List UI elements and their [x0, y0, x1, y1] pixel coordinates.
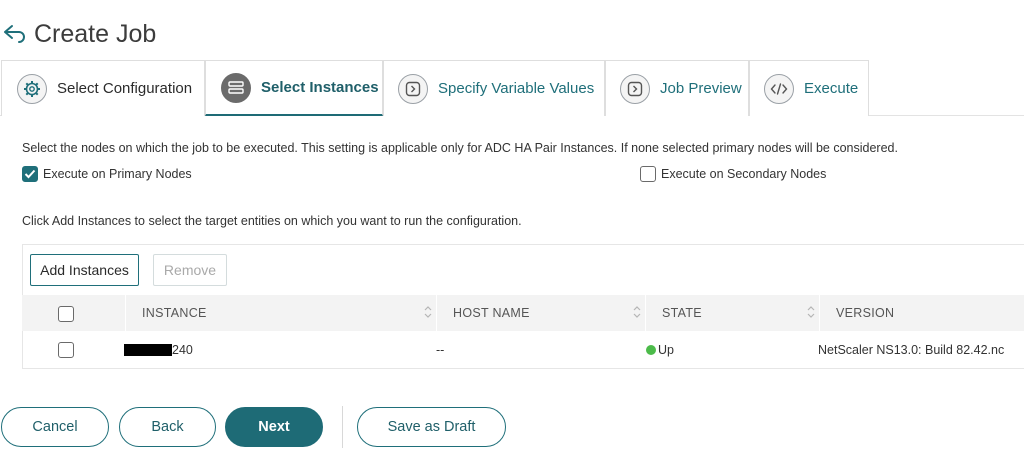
status-dot-icon	[646, 345, 656, 355]
primary-nodes-option[interactable]: Execute on Primary Nodes	[22, 166, 192, 182]
gear-icon	[17, 73, 47, 104]
sort-icon[interactable]	[424, 305, 432, 319]
column-header-version[interactable]: VERSION	[836, 295, 894, 331]
page-title: Create Job	[34, 19, 157, 48]
tab-label: Execute	[804, 80, 859, 97]
add-instances-button[interactable]: Add Instances	[30, 254, 139, 286]
back-button[interactable]: Back	[119, 407, 216, 447]
row-checkbox[interactable]	[58, 342, 74, 358]
next-button[interactable]: Next	[225, 407, 323, 447]
code-icon	[764, 73, 794, 104]
back-arrow-icon[interactable]	[0, 20, 28, 48]
host-name-cell: --	[436, 343, 445, 357]
nodes-description: Select the nodes on which the job to be …	[22, 141, 898, 155]
page-header: Create Job	[0, 14, 156, 54]
wizard-tabs: Select Configuration Select Instances Sp…	[0, 60, 1024, 116]
secondary-nodes-checkbox[interactable]	[640, 166, 656, 182]
tab-label: Specify Variable Values	[438, 80, 595, 97]
state-cell: Up	[646, 331, 674, 369]
table-row[interactable]: 240 -- Up NetScaler NS13.0: Build 82.42.…	[22, 331, 1024, 369]
redacted-block	[124, 344, 172, 356]
tab-label: Job Preview	[660, 80, 742, 97]
chevron-right-icon	[620, 73, 650, 104]
tab-execute[interactable]: Execute	[749, 60, 869, 116]
version-cell: NetScaler NS13.0: Build 82.42.nc	[818, 343, 1005, 357]
tab-select-configuration[interactable]: Select Configuration	[1, 60, 205, 116]
save-as-draft-button[interactable]: Save as Draft	[357, 407, 506, 447]
select-all-checkbox[interactable]	[58, 306, 74, 322]
column-header-host-name[interactable]: HOST NAME	[453, 295, 530, 331]
secondary-nodes-label: Execute on Secondary Nodes	[661, 167, 827, 181]
chevron-right-icon	[398, 73, 428, 104]
column-header-instance[interactable]: INSTANCE	[142, 295, 207, 331]
tab-label: Select Instances	[261, 79, 379, 96]
primary-nodes-checkbox[interactable]	[22, 166, 38, 182]
footer-divider	[342, 406, 343, 448]
instance-suffix: 240	[172, 343, 193, 357]
sort-icon[interactable]	[807, 305, 815, 319]
state-label: Up	[658, 343, 674, 357]
instances-icon	[221, 72, 251, 103]
instances-description: Click Add Instances to select the target…	[22, 214, 522, 228]
table-header: INSTANCE HOST NAME STATE VERSION	[22, 295, 1024, 331]
column-header-state[interactable]: STATE	[662, 295, 702, 331]
primary-nodes-label: Execute on Primary Nodes	[43, 167, 192, 181]
secondary-nodes-option[interactable]: Execute on Secondary Nodes	[640, 166, 826, 182]
tab-specify-variable-values[interactable]: Specify Variable Values	[383, 60, 605, 116]
tab-select-instances[interactable]: Select Instances	[205, 60, 383, 116]
instance-cell: 240	[124, 331, 193, 369]
tab-job-preview[interactable]: Job Preview	[605, 60, 749, 116]
tab-label: Select Configuration	[57, 80, 193, 97]
remove-button[interactable]: Remove	[153, 254, 227, 286]
sort-icon[interactable]	[633, 305, 641, 319]
cancel-button[interactable]: Cancel	[1, 407, 109, 447]
